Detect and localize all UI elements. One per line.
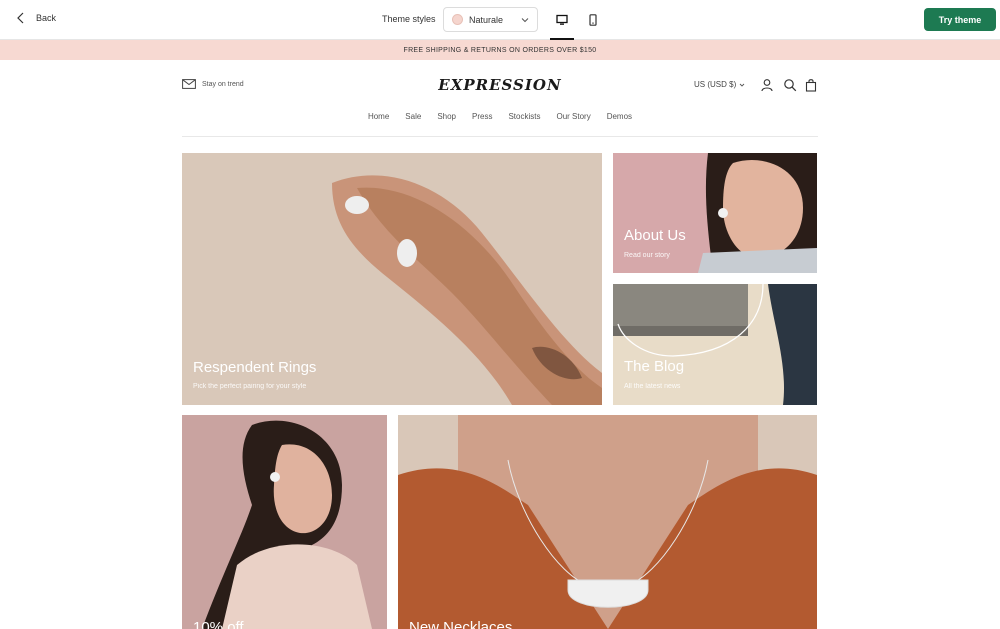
necklace-image [398, 415, 817, 629]
woman-profile-image [182, 415, 387, 629]
try-theme-button[interactable]: Try theme [924, 8, 996, 31]
currency-selector[interactable]: US (USD $) [694, 80, 745, 89]
nav-item-stockists[interactable]: Stockists [508, 112, 540, 121]
currency-label: US (USD $) [694, 80, 737, 89]
chevron-down-icon [739, 83, 745, 87]
about-title: About Us [624, 227, 686, 244]
theme-styles-label: Theme styles [382, 14, 436, 24]
necklaces-title: New Necklaces [409, 619, 513, 629]
nav-item-sale[interactable]: Sale [405, 112, 421, 121]
account-icon[interactable] [760, 78, 774, 92]
store-header: Stay on trend EXPRESSION US (USD $) [182, 76, 818, 96]
about-subtitle: Read our story [624, 252, 670, 259]
style-swatch-icon [452, 14, 463, 25]
theme-style-select[interactable]: Naturale [443, 7, 538, 32]
announcement-bar: FREE SHIPPING & RETURNS ON ORDERS OVER $… [0, 40, 1000, 60]
chevron-down-icon [521, 17, 529, 22]
main-nav: Home Sale Shop Press Stockists Our Story… [182, 112, 818, 121]
blog-subtitle: All the latest news [624, 383, 681, 390]
nav-item-shop[interactable]: Shop [437, 112, 456, 121]
cart-icon[interactable] [804, 78, 818, 92]
nav-item-press[interactable]: Press [472, 112, 492, 121]
blog-title: The Blog [624, 358, 685, 375]
nav-item-home[interactable]: Home [368, 112, 389, 121]
sale-title: 10% off [193, 619, 244, 629]
style-select-value: Naturale [469, 14, 504, 25]
back-label: Back [36, 13, 57, 23]
rings-title: Respendent Rings [193, 359, 317, 376]
necklaces-tile[interactable]: New Necklaces [398, 415, 817, 629]
mobile-icon [589, 14, 597, 26]
sale-tile[interactable]: 10% off [182, 415, 387, 629]
nav-item-demos[interactable]: Demos [607, 112, 632, 121]
rings-collection-tile[interactable]: Respendent Rings Pick the perfect pairin… [182, 153, 602, 405]
desktop-icon [556, 14, 568, 25]
chevron-left-icon [17, 12, 24, 24]
preview-toolbar: Back Theme styles Naturale Try theme [0, 0, 1000, 40]
desktop-view-button[interactable] [550, 8, 574, 40]
about-us-tile[interactable]: About Us Read our story [613, 153, 817, 273]
back-button[interactable]: Back [16, 12, 56, 24]
search-icon[interactable] [783, 78, 797, 92]
rings-subtitle: Pick the perfect pairing for your style [193, 383, 307, 390]
nav-item-our-story[interactable]: Our Story [556, 112, 590, 121]
mobile-view-button[interactable] [581, 8, 605, 32]
header-divider [182, 136, 818, 137]
blog-tile[interactable]: The Blog All the latest news [613, 284, 817, 405]
